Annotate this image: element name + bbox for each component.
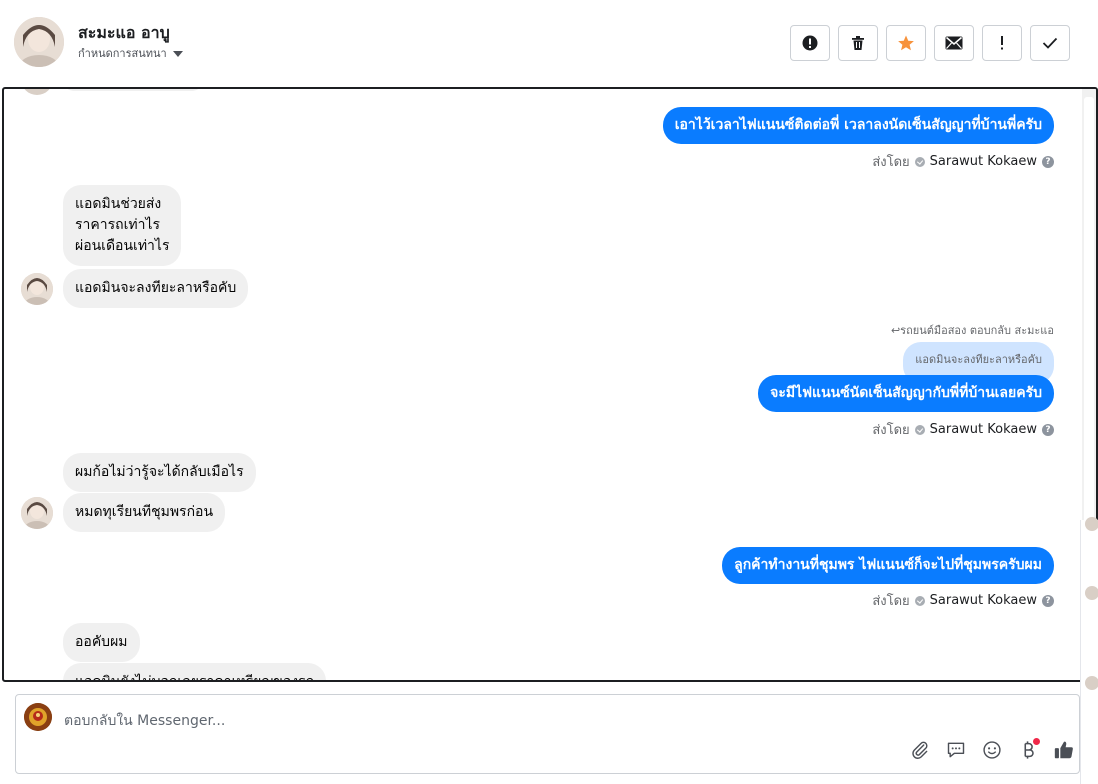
- sent-by-agent[interactable]: Sarawut Kokaew: [930, 154, 1037, 169]
- mark-done-button[interactable]: [1030, 25, 1070, 61]
- star-button[interactable]: [886, 25, 926, 61]
- conversation-settings-label: กำหนดการสนทนา: [78, 47, 167, 60]
- message-bubble-incoming[interactable]: หมดทุเรียนทีชุมพรก่อน: [63, 493, 226, 532]
- help-icon[interactable]: ?: [1042, 155, 1054, 168]
- contact-avatar[interactable]: [14, 17, 64, 67]
- mark-unread-button[interactable]: [934, 25, 974, 61]
- check-icon: [1042, 37, 1058, 49]
- message-bubble-incoming[interactable]: แอดมินช่วยส่ง ราคารถเท่าไร ผ่อนเดือนเท่า…: [63, 185, 182, 266]
- attach-button[interactable]: [909, 739, 931, 761]
- sent-by-line: ส่งโดย Sarawut Kokaew ?: [872, 590, 1054, 611]
- help-icon[interactable]: ?: [1042, 594, 1054, 607]
- alert-circle-icon: [802, 35, 818, 51]
- help-icon[interactable]: ?: [1042, 423, 1054, 436]
- mark-spam-button[interactable]: [790, 25, 830, 61]
- page-avatar: [24, 703, 52, 731]
- contact-avatar-small[interactable]: [1085, 517, 1098, 531]
- header-toolbar: [790, 25, 1070, 61]
- message-bubble-outgoing[interactable]: ลูกค้าทำงานที่ชุมพร ไฟแนนซ์ก็จะไปที่ชุมพ…: [722, 547, 1054, 584]
- thumbs-up-icon: [1054, 741, 1073, 759]
- sent-by-line: ส่งโดย Sarawut Kokaew ?: [872, 419, 1054, 440]
- message-bubble-incoming[interactable]: ออคับผม: [63, 623, 140, 662]
- payment-button[interactable]: [1017, 738, 1040, 761]
- follow-up-button[interactable]: [982, 25, 1022, 61]
- verified-check-icon: [914, 156, 925, 167]
- saved-replies-icon: [947, 742, 965, 758]
- sent-by-prefix: ส่งโดย: [872, 423, 910, 438]
- reply-composer[interactable]: ตอบกลับใน Messenger...: [15, 694, 1080, 774]
- sent-by-line: ส่งโดย Sarawut Kokaew ?: [872, 151, 1054, 172]
- notification-dot: [1033, 738, 1040, 745]
- message-thread[interactable]: เอาไว้เวลาไฟแนนซ์ติดต่อพี่ เวลาลงนัดเซ็น…: [2, 87, 1098, 682]
- message-bubble-incoming[interactable]: ผมก้อไม่ว่ารู้จะได้กลับเมือไร: [63, 453, 256, 492]
- emoji-button[interactable]: [981, 739, 1003, 761]
- message-bubble-incoming[interactable]: แอดมินยังไม่บอกเลยราคาเหรียญของรถ: [63, 663, 327, 680]
- sent-by-agent[interactable]: Sarawut Kokaew: [930, 422, 1037, 437]
- composer-tools: [909, 738, 1075, 761]
- trash-icon: [852, 36, 864, 50]
- side-panel-edge: [1080, 517, 1098, 784]
- contact-avatar-small[interactable]: [1085, 676, 1098, 690]
- reply-input[interactable]: ตอบกลับใน Messenger...: [64, 710, 225, 732]
- delete-button[interactable]: [838, 25, 878, 61]
- message-bubble-incoming[interactable]: แอดมินจะลงทียะลาหรือคับ: [63, 269, 249, 308]
- star-icon: [898, 35, 914, 51]
- sent-by-agent[interactable]: Sarawut Kokaew: [930, 593, 1037, 608]
- sent-by-prefix: ส่งโดย: [872, 155, 910, 170]
- message-bubble-outgoing[interactable]: เอาไว้เวลาไฟแนนซ์ติดต่อพี่ เวลาลงนัดเซ็น…: [662, 107, 1054, 144]
- caret-down-icon: [172, 50, 183, 57]
- sent-by-prefix: ส่งโดย: [872, 594, 910, 609]
- paperclip-icon: [912, 741, 928, 759]
- verified-check-icon: [914, 595, 925, 606]
- like-button[interactable]: [1053, 739, 1075, 761]
- conversation-settings-dropdown[interactable]: กำหนดการสนทนา: [78, 44, 183, 62]
- contact-name[interactable]: สะมะแอ อาบู: [78, 21, 170, 46]
- verified-check-icon: [914, 424, 925, 435]
- message-bubble-incoming: [63, 89, 203, 91]
- emoji-icon: [983, 741, 1001, 759]
- contact-avatar-small: [21, 89, 53, 95]
- conversation-header: สะมะแอ อาบู กำหนดการสนทนา: [0, 0, 1098, 86]
- envelope-icon: [945, 36, 963, 50]
- contact-avatar-small[interactable]: [1085, 586, 1098, 600]
- message-bubble-outgoing[interactable]: จะมีไฟแนนซ์นัดเซ็นสัญญากับพี่ที่บ้านเลยค…: [758, 375, 1054, 412]
- reply-context-note: ↩รถยนต์มือสอง ตอบกลับ สะมะแอ: [890, 324, 1054, 337]
- saved-replies-button[interactable]: [945, 739, 967, 761]
- exclamation-icon: [1001, 36, 1003, 50]
- contact-avatar-small[interactable]: [21, 273, 53, 305]
- contact-avatar-small[interactable]: [21, 497, 53, 529]
